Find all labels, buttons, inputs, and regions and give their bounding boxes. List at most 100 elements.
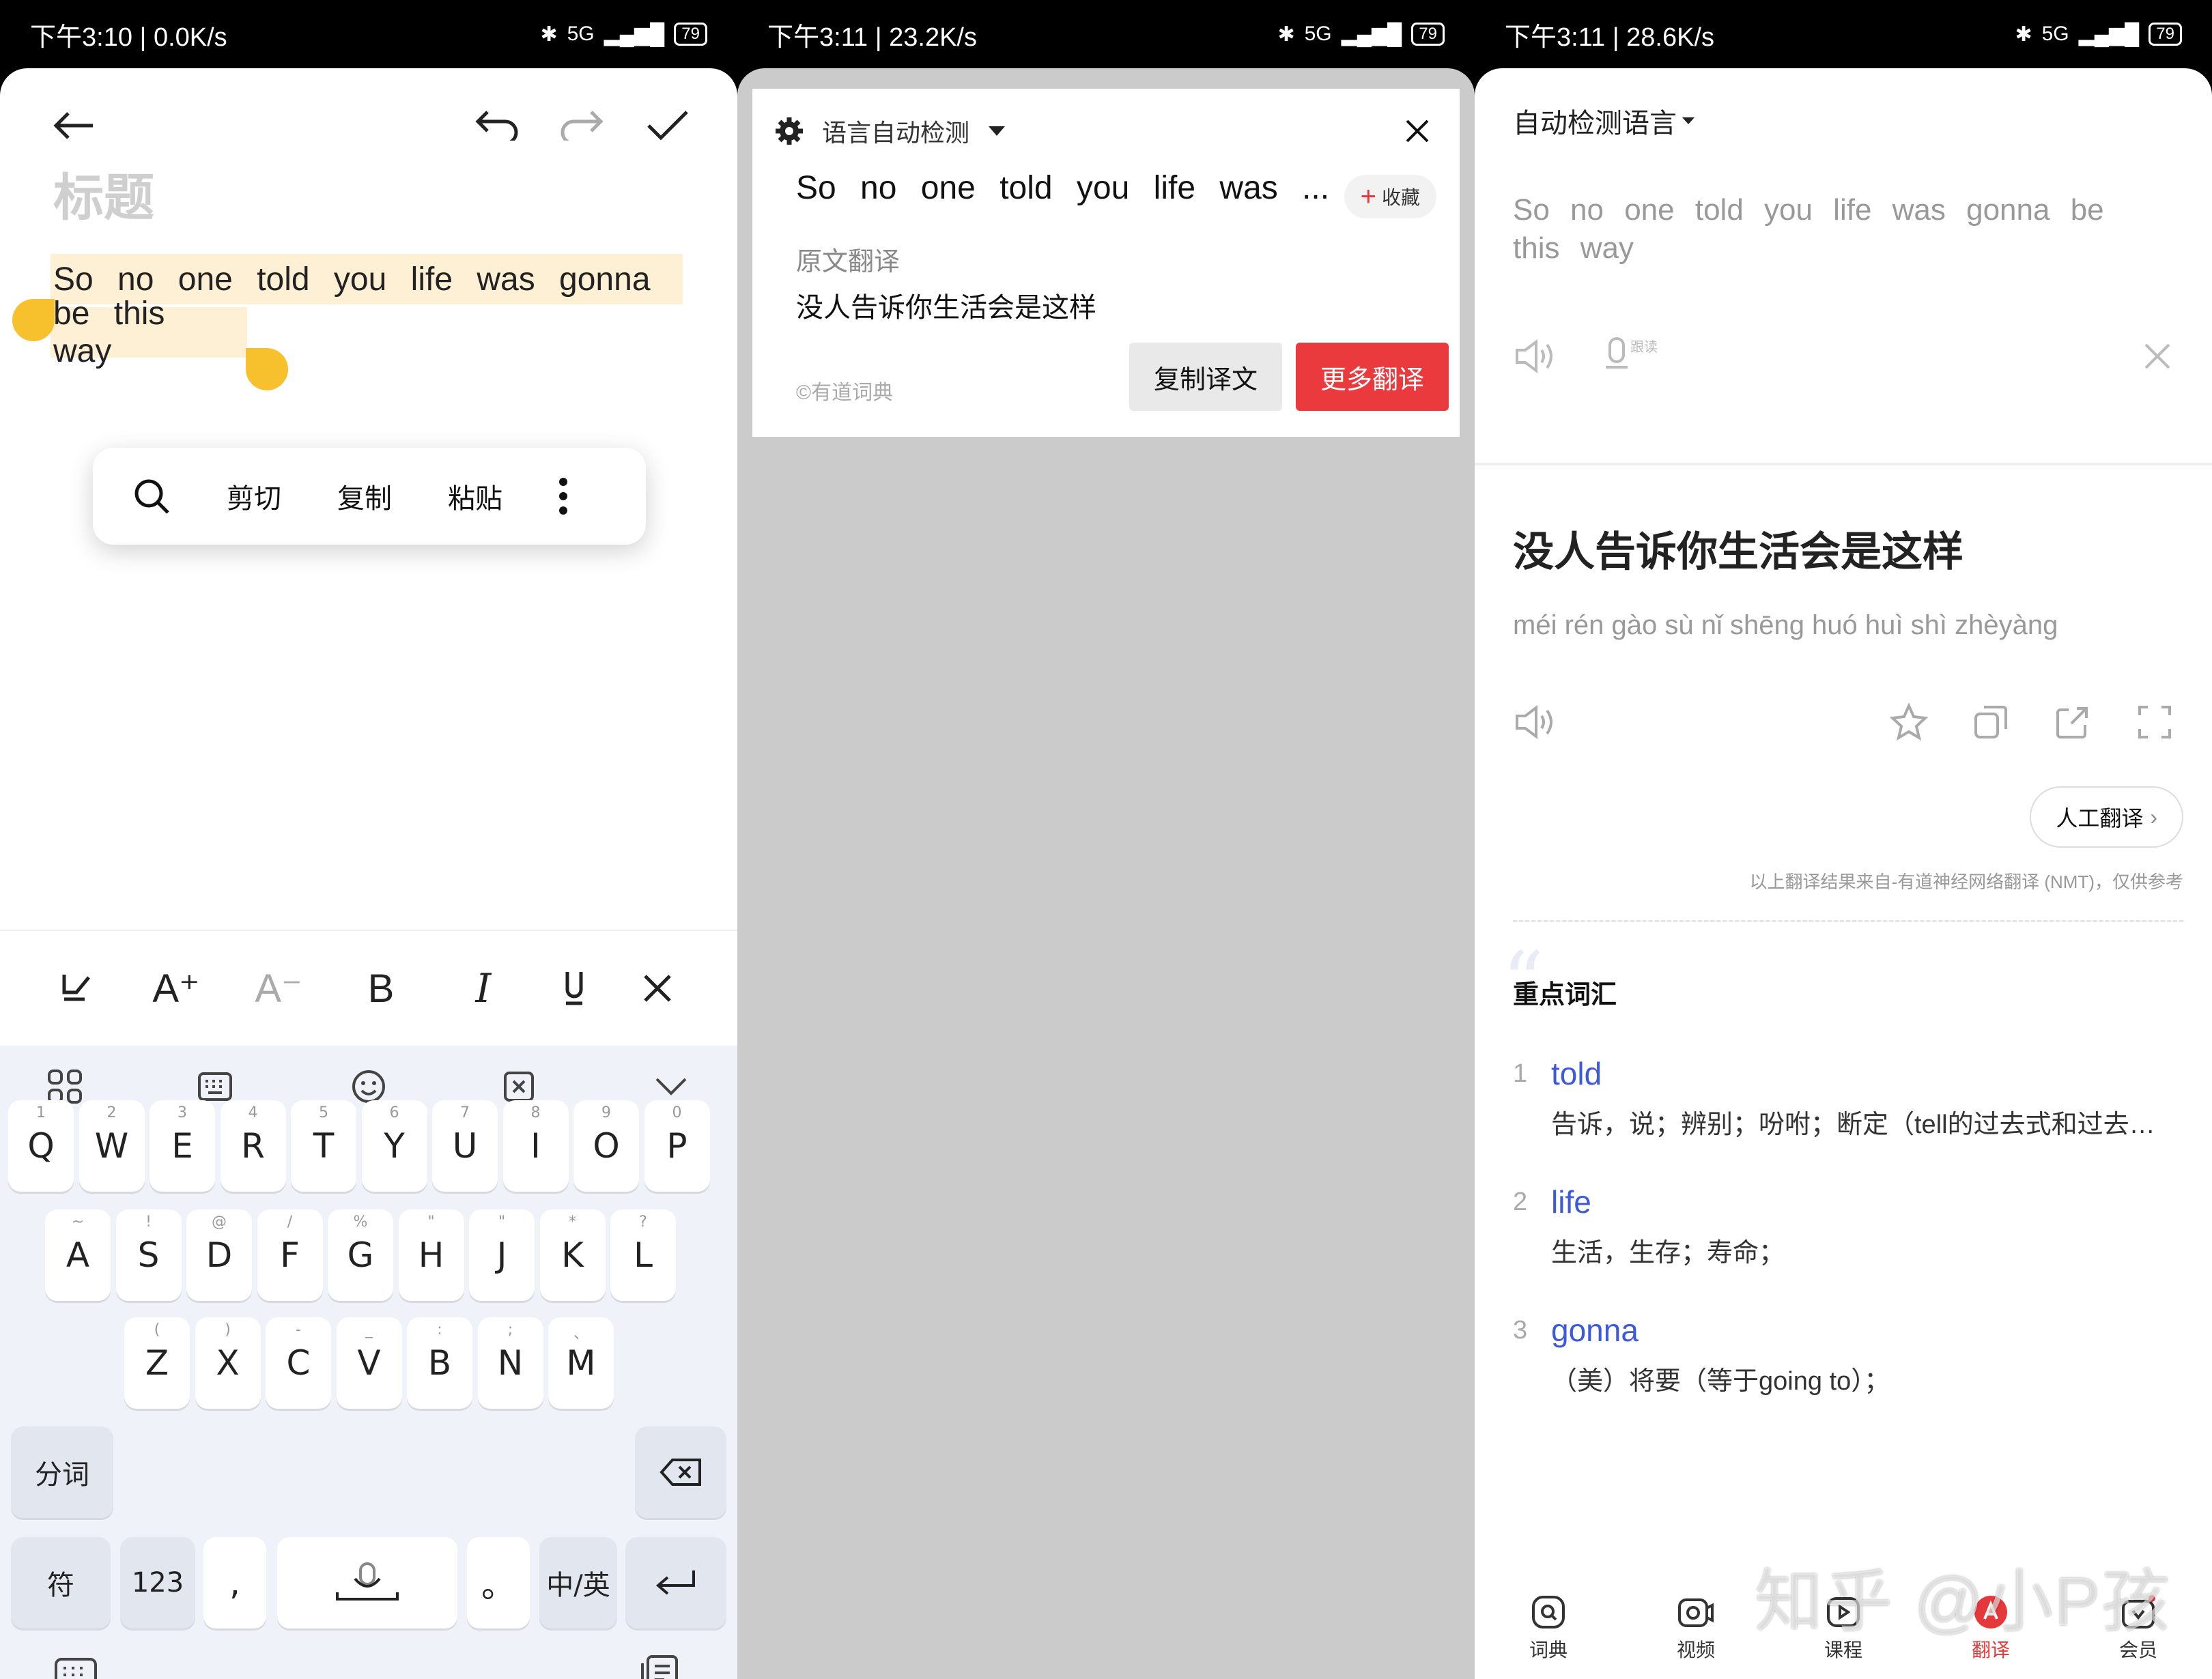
key-letter: E xyxy=(171,1126,193,1166)
undo-icon[interactable] xyxy=(464,93,530,158)
vocab-word[interactable]: gonna xyxy=(1551,1312,1639,1349)
key-v[interactable]: _ V xyxy=(336,1317,402,1409)
cut-menu-item[interactable]: 剪切 xyxy=(227,476,281,516)
human-translation-button[interactable]: 人工翻译 › xyxy=(2030,786,2183,848)
key-e[interactable]: 3E xyxy=(150,1100,215,1192)
dimmed-background: 语言自动检测 So no one told you life was ... +… xyxy=(737,68,1475,1679)
key-k[interactable]: * K xyxy=(539,1209,606,1301)
key-c[interactable]: -C xyxy=(266,1317,331,1409)
translation-text: 没人告诉你生活会是这样 xyxy=(796,293,1096,323)
key-d[interactable]: @ D xyxy=(186,1209,252,1301)
keyboard-hide-icon[interactable] xyxy=(45,1644,107,1679)
enter-key[interactable] xyxy=(625,1537,726,1628)
status-time: 下午3:11 | 28.6K/s xyxy=(1505,23,1714,52)
key-letter: V xyxy=(357,1343,381,1383)
vocab-item[interactable]: 3 gonna （美）将要（等于going to）； xyxy=(1513,1312,2196,1414)
nmt-source-note: 以上翻译结果来自-有道神经网络翻译 (NMT)，仅供参考 xyxy=(1749,872,2183,892)
key-h[interactable]: " H xyxy=(398,1209,464,1301)
search-icon[interactable] xyxy=(132,477,171,515)
key-p[interactable]: 0P xyxy=(644,1100,710,1192)
tab-dictionary[interactable]: 词典 xyxy=(1475,1577,1622,1679)
favorite-button[interactable]: + 收藏 xyxy=(1344,175,1436,218)
key-b[interactable]: :B xyxy=(407,1317,472,1409)
vocab-item[interactable]: 2 life 生活，生存；寿命； xyxy=(1513,1183,2196,1286)
space-key-with-mic[interactable] xyxy=(277,1537,457,1628)
clear-input-icon[interactable] xyxy=(2130,329,2185,384)
speaker-icon[interactable] xyxy=(1507,329,1562,384)
comma-key[interactable]: , xyxy=(203,1537,266,1628)
segment-key[interactable]: 分词 xyxy=(11,1426,113,1518)
selected-text-line-2[interactable]: be this way xyxy=(51,296,247,369)
copy-menu-item[interactable]: 复制 xyxy=(337,476,392,516)
clipboard-icon[interactable] xyxy=(628,1644,690,1679)
back-arrow-icon[interactable] xyxy=(41,93,107,158)
key-m[interactable]: 、 M xyxy=(548,1317,614,1409)
key-t[interactable]: 5T xyxy=(291,1100,356,1192)
tab-course[interactable]: 课程 xyxy=(1770,1577,1917,1679)
symbol-key[interactable]: 符 xyxy=(11,1537,111,1628)
more-translation-button[interactable]: 更多翻译 xyxy=(1296,343,1449,411)
tab-translate[interactable]: 翻译 xyxy=(1917,1577,2065,1679)
close-popup-icon[interactable] xyxy=(1395,109,1439,153)
key-s[interactable]: ! S xyxy=(115,1209,182,1301)
status-bar: 下午3:10 | 0.0K/s ✱ 5G ▂▄▆█ 79 xyxy=(0,0,737,68)
share-icon[interactable] xyxy=(2045,695,2100,749)
language-selector[interactable]: 自动检测语言 xyxy=(1513,101,1696,141)
key-x[interactable]: ) X xyxy=(195,1317,261,1409)
key-u[interactable]: 7U xyxy=(432,1100,498,1192)
key-q[interactable]: 1Q xyxy=(8,1100,74,1192)
bold-button[interactable]: B xyxy=(348,956,414,1021)
period-key[interactable]: 。 xyxy=(467,1537,530,1628)
key-letter: P xyxy=(666,1126,687,1166)
key-z[interactable]: (Z xyxy=(124,1317,190,1409)
key-l[interactable]: ? L xyxy=(610,1209,676,1301)
source-input-text[interactable]: So no one told you life was gonna be thi… xyxy=(1513,191,2168,268)
star-favorite-icon[interactable] xyxy=(1882,695,1936,749)
settings-gear-icon[interactable] xyxy=(774,116,804,146)
key-w[interactable]: 2W xyxy=(79,1100,145,1192)
translation-result: 没人告诉你生活会是这样 xyxy=(1513,529,1963,575)
font-increase-button[interactable]: A⁺ xyxy=(143,956,209,1021)
key-j[interactable]: " J xyxy=(469,1209,535,1301)
italic-button[interactable]: I xyxy=(451,956,516,1021)
vocab-word[interactable]: told xyxy=(1551,1055,1602,1092)
highlighter-icon[interactable] xyxy=(44,956,109,1021)
key-secondary-symbol: 5 xyxy=(319,1104,328,1121)
key-g[interactable]: % G xyxy=(328,1209,393,1301)
underline-icon[interactable] xyxy=(553,956,594,1021)
key-o[interactable]: 9O xyxy=(573,1100,639,1192)
key-r[interactable]: 4R xyxy=(220,1100,286,1192)
key-y[interactable]: 6Y xyxy=(361,1100,427,1192)
vocab-word[interactable]: life xyxy=(1551,1183,1591,1220)
fullscreen-icon[interactable] xyxy=(2127,695,2182,749)
selection-end-handle[interactable] xyxy=(246,348,288,390)
redo-icon[interactable] xyxy=(549,93,614,158)
key-i[interactable]: 8I xyxy=(502,1100,569,1192)
close-toolbar-icon[interactable] xyxy=(625,956,690,1021)
vocab-number: 3 xyxy=(1513,1316,1528,1345)
backspace-key[interactable] xyxy=(635,1426,726,1518)
key-n[interactable]: ; N xyxy=(477,1317,543,1409)
key-a[interactable]: ~ A xyxy=(45,1209,111,1301)
copy-icon[interactable] xyxy=(1963,695,2018,749)
more-vertical-icon[interactable] xyxy=(558,477,568,515)
tab-video[interactable]: 视频 xyxy=(1622,1577,1770,1679)
dropdown-caret-icon[interactable] xyxy=(987,125,1006,137)
confirm-check-icon[interactable] xyxy=(635,93,700,158)
paste-menu-item[interactable]: 粘贴 xyxy=(448,476,502,516)
key-secondary-symbol: ) xyxy=(225,1321,231,1338)
number-key[interactable]: 123 xyxy=(120,1537,195,1628)
copy-translation-button[interactable]: 复制译文 xyxy=(1129,343,1282,411)
result-speaker-icon[interactable] xyxy=(1507,695,1562,749)
key-f[interactable]: / F xyxy=(257,1209,323,1301)
key-letter: N xyxy=(497,1343,524,1383)
note-title-placeholder[interactable]: 标题 xyxy=(53,157,154,230)
selection-start-handle[interactable] xyxy=(12,299,55,341)
vocab-item[interactable]: 1 told 告诉，说；辨别；吩咐；断定（tell的过去式和过去分词） xyxy=(1513,1055,2196,1158)
language-detect-dropdown[interactable]: 语言自动检测 xyxy=(822,113,969,149)
battery-icon: 79 xyxy=(674,23,707,46)
tab-member[interactable]: 会员 xyxy=(2065,1577,2212,1679)
language-switch-key[interactable]: 中/英 xyxy=(539,1537,617,1628)
key-secondary-symbol: 7 xyxy=(460,1104,470,1121)
font-decrease-button[interactable]: A⁻ xyxy=(246,956,311,1021)
